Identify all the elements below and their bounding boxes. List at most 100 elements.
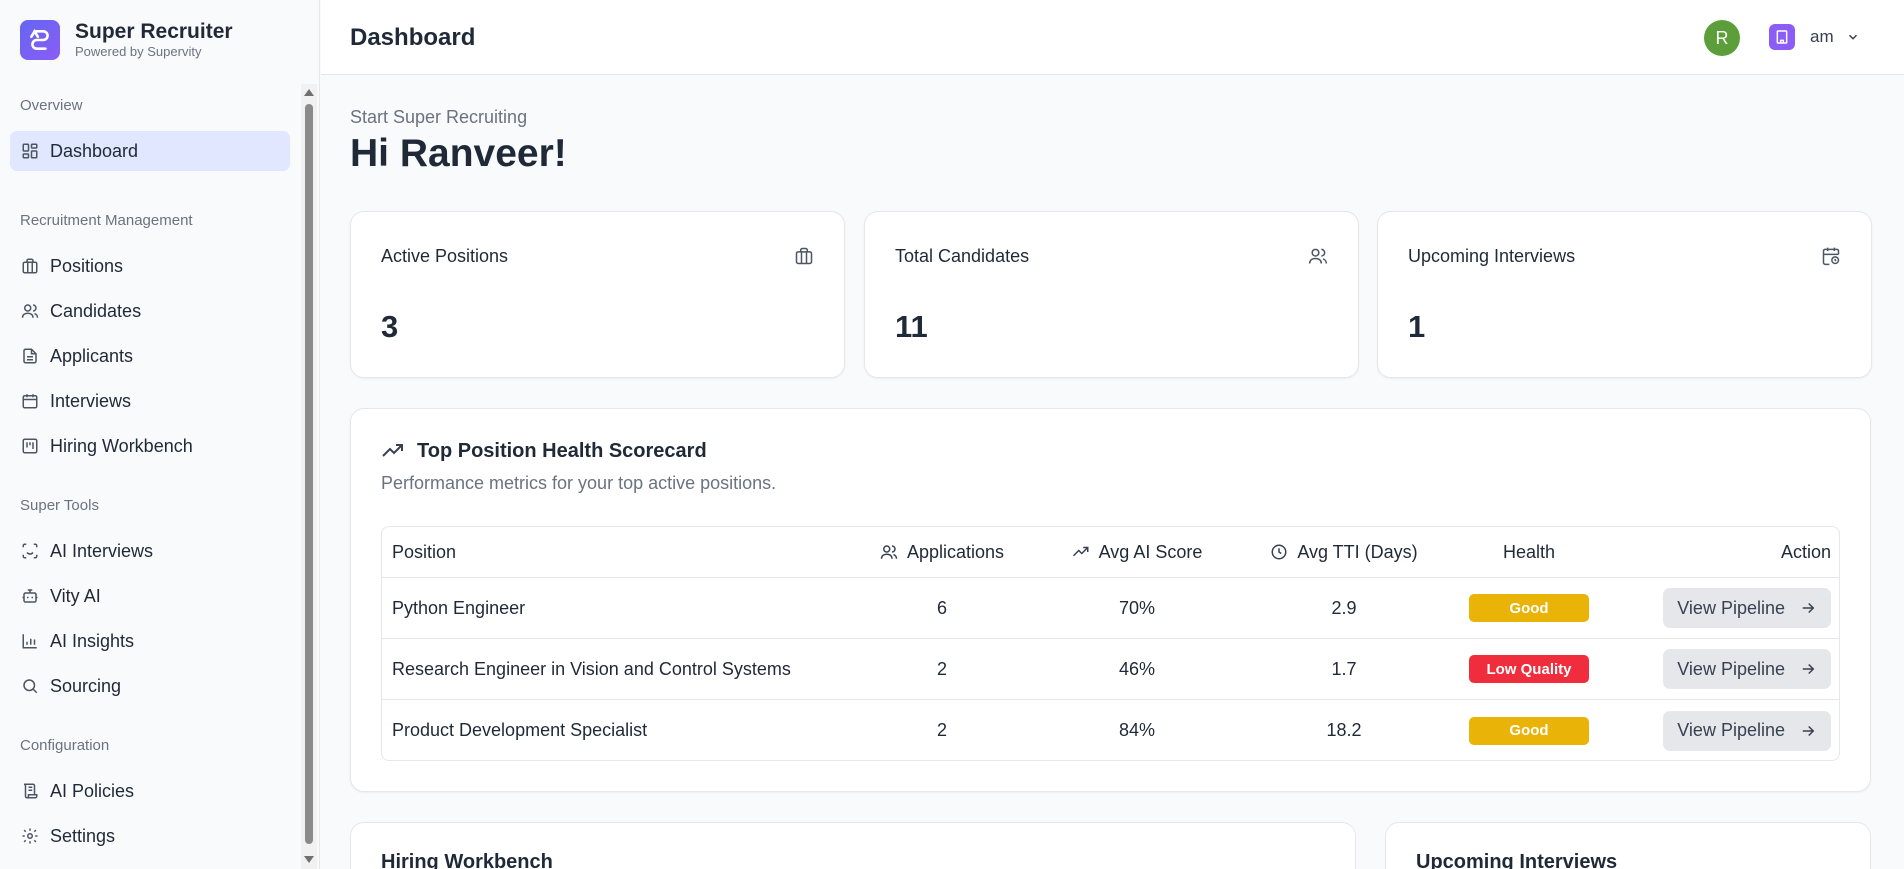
button-label: View Pipeline: [1677, 720, 1785, 740]
sidebar-section-recruitment: Recruitment Management: [20, 212, 193, 229]
gear-icon: [20, 826, 40, 846]
scroll-down-arrow[interactable]: [304, 856, 314, 863]
scroll-icon: [20, 781, 40, 801]
org-label: am: [1810, 27, 1834, 46]
app-tagline: Powered by Supervity: [75, 44, 202, 59]
table-header-row: Position Applications Avg AI Score Avg T…: [382, 527, 1839, 578]
users-icon: [20, 301, 40, 321]
sidebar-item-vity-ai[interactable]: Vity AI: [10, 576, 290, 616]
card-title: Hiring Workbench: [381, 851, 553, 869]
column-header-applications: Applications: [842, 527, 1042, 577]
main-content: Start Super Recruiting Hi Ranveer! Activ…: [321, 76, 1904, 869]
stat-card-active-positions: Active Positions 3: [350, 211, 845, 378]
scorecard-title: Top Position Health Scorecard: [417, 439, 707, 462]
greeting: Hi Ranveer!: [350, 132, 567, 175]
sidebar-item-interviews[interactable]: Interviews: [10, 381, 290, 421]
stat-card-total-candidates: Total Candidates 11: [864, 211, 1359, 378]
column-header-action: Action: [1780, 541, 1831, 562]
sidebar-item-label: Interviews: [50, 390, 132, 411]
column-header-label: Applications: [906, 541, 1005, 562]
position-name: Python Engineer: [392, 597, 526, 618]
arrow-right-icon: [1799, 599, 1817, 617]
sidebar-item-label: AI Interviews: [50, 540, 154, 561]
stat-value: 1: [1408, 309, 1426, 344]
avg-ai-score: 46%: [1118, 658, 1156, 679]
sidebar-nav: Overview Dashboard Recruitment Managemen…: [10, 96, 290, 861]
sidebar-item-applicants[interactable]: Applicants: [10, 336, 290, 376]
sidebar-scrollbar[interactable]: [301, 84, 317, 869]
table-row: Python Engineer 6 70% 2.9 Good View Pipe…: [382, 578, 1839, 639]
sidebar-item-dashboard[interactable]: Dashboard: [10, 131, 290, 171]
briefcase-icon: [20, 256, 40, 276]
calendar-clock-icon: [1821, 246, 1841, 266]
sidebar-item-ai-insights[interactable]: AI Insights: [10, 621, 290, 661]
briefcase-icon: [794, 246, 814, 266]
avg-ai-score: 70%: [1118, 597, 1156, 618]
sidebar-item-sourcing[interactable]: Sourcing: [10, 666, 290, 706]
trending-up-icon: [381, 439, 405, 463]
scroll-up-arrow[interactable]: [304, 89, 314, 96]
sidebar-item-label: Settings: [50, 825, 116, 846]
app-logo-icon: [20, 19, 60, 60]
sidebar-item-label: Dashboard: [50, 140, 139, 161]
document-icon: [20, 346, 40, 366]
scorecard-description: Performance metrics for your top active …: [381, 473, 777, 493]
sidebar-item-candidates[interactable]: Candidates: [10, 291, 290, 331]
sidebar-item-positions[interactable]: Positions: [10, 246, 290, 286]
sidebar-item-hiring-workbench[interactable]: Hiring Workbench: [10, 426, 290, 466]
avg-tti: 18.2: [1326, 720, 1362, 740]
sidebar-item-ai-policies[interactable]: AI Policies: [10, 771, 290, 811]
card-title: Upcoming Interviews: [1416, 851, 1618, 869]
view-pipeline-button[interactable]: View Pipeline: [1663, 710, 1831, 751]
scan-face-icon: [20, 541, 40, 561]
hiring-workbench-card: Hiring Workbench: [350, 822, 1356, 869]
scroll-thumb[interactable]: [305, 104, 313, 844]
stat-label: Active Positions: [381, 246, 509, 266]
column-header-avg-ai-score: Avg AI Score: [1037, 527, 1237, 577]
column-header-position: Position: [392, 541, 457, 562]
view-pipeline-button[interactable]: View Pipeline: [1663, 588, 1831, 628]
sidebar-item-label: Applicants: [50, 345, 134, 366]
view-pipeline-button[interactable]: View Pipeline: [1663, 649, 1831, 689]
calendar-icon: [20, 391, 40, 411]
dashboard-icon: [20, 141, 40, 161]
sidebar-item-settings[interactable]: Settings: [10, 816, 290, 856]
bot-icon: [20, 586, 40, 606]
sidebar-item-label: AI Insights: [50, 630, 135, 651]
column-header-label: Avg TTI (Days): [1297, 541, 1418, 562]
applications-count: 2: [936, 658, 947, 679]
users-icon: [1308, 246, 1328, 266]
upcoming-interviews-card: Upcoming Interviews: [1385, 822, 1871, 869]
sidebar-item-ai-interviews[interactable]: AI Interviews: [10, 531, 290, 571]
sidebar-item-label: Vity AI: [50, 585, 101, 606]
scorecard-table: Position Applications Avg AI Score Avg T…: [381, 526, 1840, 761]
search-icon: [20, 676, 40, 696]
page-title: Dashboard: [350, 24, 476, 51]
table-row: Research Engineer in Vision and Control …: [382, 639, 1839, 700]
sidebar: Super Recruiter Powered by Supervity Ove…: [0, 0, 320, 869]
sidebar-section-super-tools: Super Tools: [20, 497, 99, 514]
health-badge: Low Quality: [1469, 655, 1589, 683]
column-header-avg-tti: Avg TTI (Days): [1244, 527, 1444, 577]
sidebar-item-label: Positions: [50, 255, 124, 276]
brand[interactable]: Super Recruiter Powered by Supervity: [20, 19, 233, 60]
position-name: Product Development Specialist: [392, 720, 648, 740]
app-name: Super Recruiter: [75, 20, 233, 43]
position-name: Research Engineer in Vision and Control …: [392, 658, 791, 679]
sidebar-section-configuration: Configuration: [20, 737, 110, 754]
arrow-right-icon: [1799, 660, 1817, 678]
stat-value: 11: [895, 309, 928, 344]
sidebar-item-label: Hiring Workbench: [50, 435, 193, 456]
avatar[interactable]: R: [1704, 20, 1740, 56]
trending-up-icon: [1072, 543, 1090, 561]
chevron-down-icon: [1846, 30, 1860, 44]
column-header-health: Health: [1502, 541, 1556, 562]
stat-value: 3: [381, 309, 399, 344]
applications-count: 6: [936, 597, 947, 618]
sidebar-item-label: Candidates: [50, 300, 142, 321]
sidebar-item-label: Sourcing: [50, 675, 122, 696]
clock-icon: [1270, 543, 1288, 561]
org-switcher[interactable]: am: [1769, 24, 1860, 50]
stat-card-upcoming-interviews: Upcoming Interviews 1: [1377, 211, 1872, 378]
kanban-icon: [20, 436, 40, 456]
